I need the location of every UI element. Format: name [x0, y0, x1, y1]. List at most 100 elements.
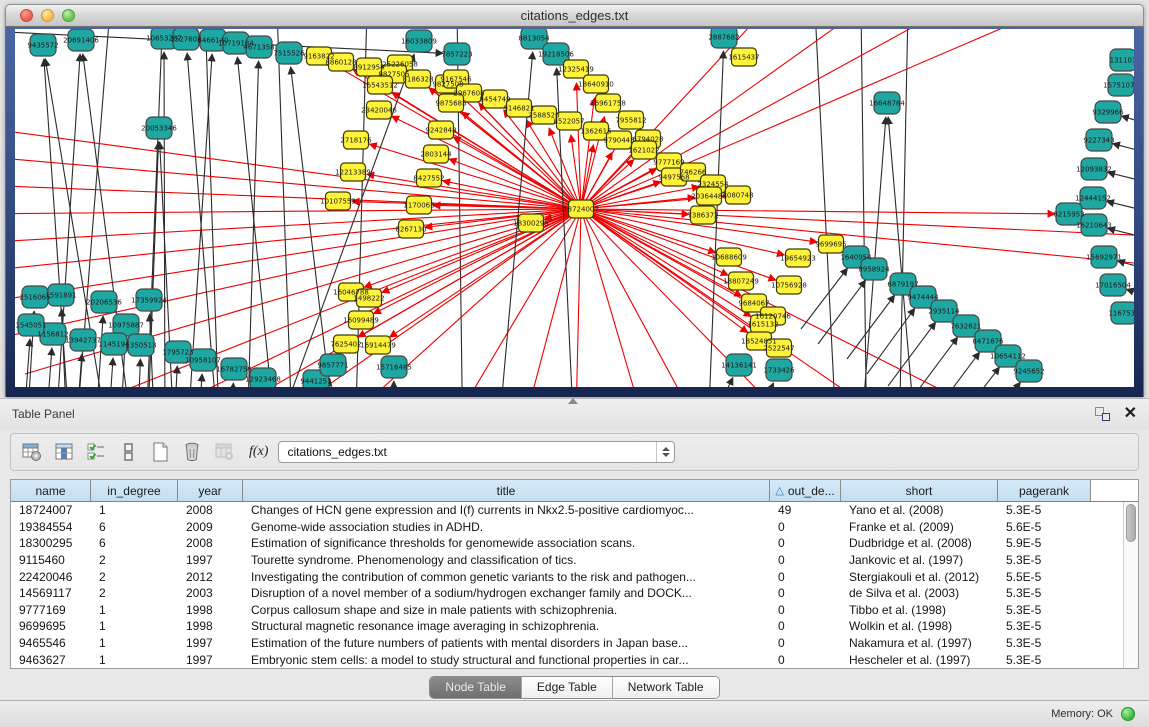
combobox-stepper-icon[interactable] [656, 442, 674, 462]
column-header-out_de[interactable]: △out_de... [770, 480, 841, 501]
graph-edge [707, 378, 733, 387]
graph-edge [15, 209, 581, 304]
column-header-in_degree[interactable]: in_degree [91, 480, 178, 501]
node-table: namein_degreeyeartitle△out_de...shortpag… [10, 479, 1139, 669]
cell: 1997 [178, 553, 243, 567]
cell: Genome-wide association studies in ADHD. [243, 520, 770, 534]
cell: Estimation of significance thresholds fo… [243, 536, 770, 550]
scrollbar-thumb[interactable] [1126, 504, 1136, 542]
cell: Hescheler et al. (1997) [841, 653, 998, 667]
function-builder-icon[interactable]: f(x) [249, 444, 268, 460]
graph-edge [581, 209, 1015, 387]
column-header-year[interactable]: year [178, 480, 243, 501]
column-header-name[interactable]: name [11, 480, 91, 501]
table-scrollbar[interactable] [1123, 502, 1138, 668]
graph-node-label: 1621022 [628, 147, 659, 155]
tab-network-table[interactable]: Network Table [613, 677, 719, 698]
graph-node-label: 25226058 [382, 61, 418, 69]
graph-node-label: 13942737 [65, 337, 101, 345]
graph-node-label: 14136141 [721, 362, 757, 370]
delete-column-icon[interactable] [179, 439, 205, 465]
table-row[interactable]: 1872400712008Changes of HCN gene express… [11, 502, 1123, 519]
table-row[interactable]: 946362711997Embryonic stem cells: a mode… [11, 651, 1123, 668]
graph-node-label: 9474444 [907, 294, 939, 302]
graph-node-label: 10107553 [320, 198, 356, 206]
table-row[interactable]: 969969511998Structural magnetic resonanc… [11, 618, 1123, 635]
column-header-title[interactable]: title [243, 480, 770, 501]
graph-node-label: 1615437 [728, 54, 759, 62]
delete-table-icon[interactable] [211, 439, 237, 465]
cell: Structural magnetic resonance image aver… [243, 619, 770, 633]
cell: 1 [91, 503, 178, 517]
cell: Nakamura et al. (1997) [841, 636, 998, 650]
cell: Stergiakouli et al. (2012) [841, 570, 998, 584]
cell: 0 [770, 619, 841, 633]
graph-edge [581, 209, 776, 280]
table-settings-icon[interactable] [19, 439, 45, 465]
memory-ok-indicator [1121, 707, 1135, 721]
graph-node-label: 18300295 [513, 220, 549, 228]
cell: 9465546 [11, 636, 91, 650]
column-header-pagerank[interactable]: pagerank [998, 480, 1091, 501]
cell: Disruption of a novel member of a sodium… [243, 586, 770, 600]
graph-node-label: 9684067 [738, 300, 769, 308]
graph-node-label: 15751074 [1103, 82, 1134, 90]
graph-node-label: 1167531 [1108, 310, 1134, 318]
graph-node-label: 16543512 [362, 82, 398, 90]
cell: Tourette syndrome. Phenomenology and cla… [243, 553, 770, 567]
float-panel-icon[interactable] [1095, 407, 1110, 421]
new-column-icon[interactable] [147, 439, 173, 465]
graph-node-label: 8471676 [972, 338, 1004, 346]
graph-node-label: 10688609 [711, 254, 747, 262]
cell: Corpus callosum shape and size in male p… [243, 603, 770, 617]
tab-node-table[interactable]: Node Table [430, 677, 522, 698]
graph-node-label: 1615132 [747, 321, 778, 329]
graph-node-label: 12213389 [335, 169, 371, 177]
cell: 6 [91, 520, 178, 534]
network-canvas[interactable]: 9435572206914061065328715276026466140107… [15, 29, 1134, 387]
table-tabs-row: Node TableEdge TableNetwork Table [0, 676, 1149, 699]
table-row[interactable]: 911546021997Tourette syndrome. Phenomeno… [11, 552, 1123, 569]
cell: 2 [91, 586, 178, 600]
cell: Tibbo et al. (1998) [841, 603, 998, 617]
graph-edge [137, 359, 140, 387]
table-selector-combobox[interactable]: citations_edges.txt [278, 441, 675, 463]
graph-node-label: 8813054 [518, 35, 550, 43]
cell: 9777169 [11, 603, 91, 617]
tab-edge-table[interactable]: Edge Table [522, 677, 613, 698]
table-row[interactable]: 977716911998Corpus callosum shape and si… [11, 602, 1123, 619]
select-columns-icon[interactable] [83, 439, 109, 465]
graph-node-label: 8522057 [553, 118, 584, 126]
graph-node-label: 9777169 [653, 159, 684, 167]
graph-node-label: 8427552 [413, 175, 444, 183]
table-row[interactable]: 1456911722003Disruption of a novel membe… [11, 585, 1123, 602]
column-pair-icon[interactable] [115, 439, 141, 465]
table-row[interactable]: 1830029562008Estimation of significance … [11, 535, 1123, 552]
cell: 9463627 [11, 653, 91, 667]
graph-edge [581, 209, 655, 387]
window-titlebar[interactable]: citations_edges.txt [5, 4, 1144, 27]
cell: 1998 [178, 619, 243, 633]
table-row[interactable]: 1938455462009Genome-wide association stu… [11, 519, 1123, 536]
graph-node-label: 8454749 [479, 96, 510, 104]
graph-edge [575, 209, 581, 387]
graph-node-label: 7625402 [330, 341, 361, 349]
graph-node-label: 8215953 [1053, 211, 1084, 219]
graph-edge [1108, 172, 1134, 189]
cell: 1 [91, 653, 178, 667]
splitter-handle[interactable] [568, 398, 578, 404]
graph-edge [197, 374, 202, 387]
cell: 1997 [178, 636, 243, 650]
column-visibility-icon[interactable] [51, 439, 77, 465]
cell: 9115460 [11, 553, 91, 567]
table-row[interactable]: 2242004622012Investigating the contribut… [11, 568, 1123, 585]
cell: Dudbridge et al. (2008) [841, 536, 998, 550]
close-panel-icon[interactable]: ✕ [1124, 407, 1137, 421]
cell: 2008 [178, 536, 243, 550]
graph-edge [801, 268, 848, 329]
graph-node-label: 1362615 [580, 128, 611, 136]
table-row[interactable]: 946554611997Estimation of the future num… [11, 635, 1123, 652]
column-header-short[interactable]: short [841, 480, 998, 501]
cell: 5.3E-5 [998, 603, 1091, 617]
cell: 5.5E-5 [998, 570, 1091, 584]
